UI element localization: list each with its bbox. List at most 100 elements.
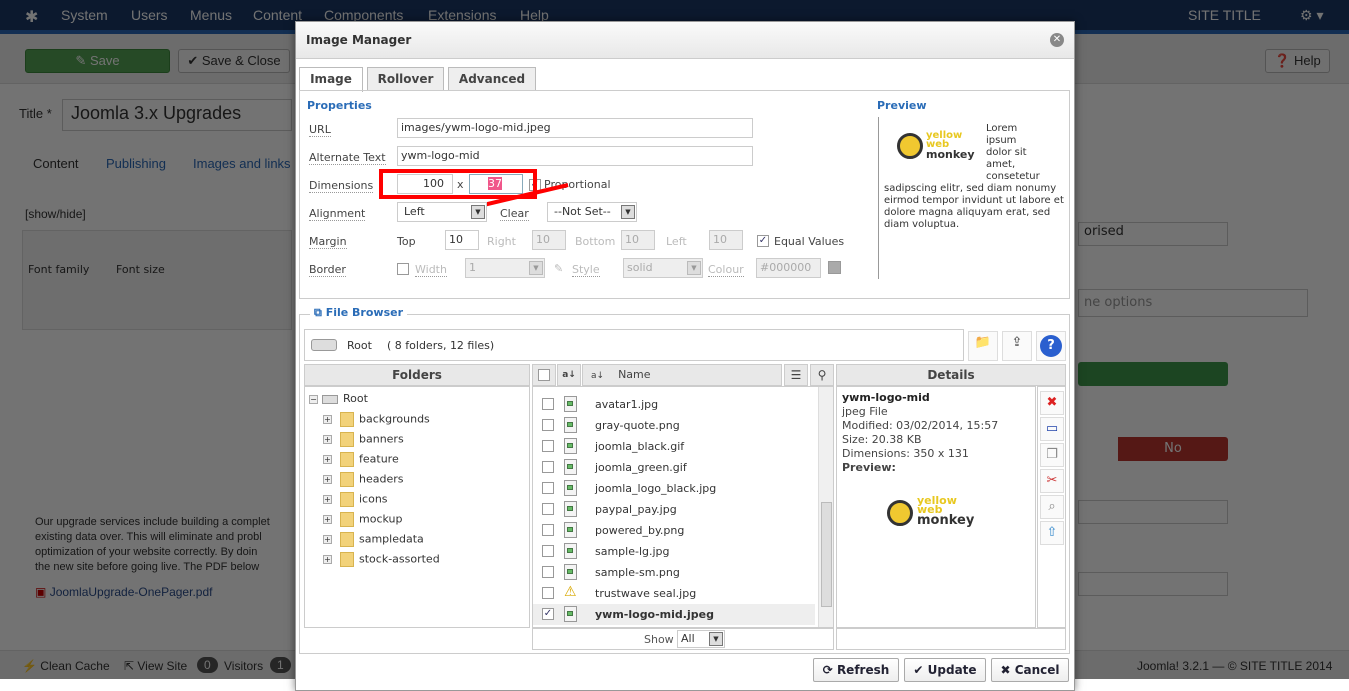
file-checkbox[interactable] xyxy=(542,545,554,557)
folder-item[interactable]: + banners xyxy=(323,432,404,452)
file-row[interactable]: gray-quote.png xyxy=(533,415,815,436)
copy-icon[interactable]: ❐ xyxy=(1040,443,1064,467)
show-hide-toggle[interactable]: [show/hide] xyxy=(25,207,86,221)
font-size-select[interactable]: Font size xyxy=(116,263,165,276)
border-checkbox[interactable] xyxy=(397,263,409,275)
file-row[interactable]: avatar1.jpg xyxy=(533,394,815,415)
file-list-scrollbar[interactable] xyxy=(818,387,833,627)
article-body[interactable]: Our upgrade services include building a … xyxy=(35,515,270,600)
tab-image[interactable]: Image xyxy=(299,67,363,92)
rename-icon[interactable]: ▭ xyxy=(1040,417,1064,441)
file-row[interactable]: joomla_logo_black.jpg xyxy=(533,478,815,499)
menu-users[interactable]: Users xyxy=(131,7,168,23)
tab-images-links[interactable]: Images and links xyxy=(193,156,291,171)
view-details-icon[interactable]: ☰ xyxy=(784,364,808,386)
title-input[interactable]: Joomla 3.x Upgrades xyxy=(62,99,292,131)
file-row[interactable]: joomla_green.gif xyxy=(533,457,815,478)
folder-item[interactable]: + headers xyxy=(323,472,403,492)
file-row[interactable]: joomla_black.gif xyxy=(533,436,815,457)
url-input[interactable]: images/ywm-logo-mid.jpeg xyxy=(397,118,753,138)
sort-type-icon[interactable]: a↓ xyxy=(557,364,581,386)
file-checkbox[interactable] xyxy=(542,482,554,494)
update-button[interactable]: ✔ Update xyxy=(904,658,986,682)
view-site-link[interactable]: ⇱ View Site xyxy=(124,659,187,673)
help-button[interactable]: ❓ Help xyxy=(1265,49,1330,73)
folder-item[interactable]: + backgrounds xyxy=(323,412,430,432)
expand-icon[interactable]: + xyxy=(323,535,332,544)
folder-item[interactable]: + sampledata xyxy=(323,532,424,552)
file-checkbox[interactable] xyxy=(542,440,554,452)
path-root[interactable]: Root xyxy=(347,339,372,352)
new-folder-icon[interactable]: 📁 xyxy=(968,331,998,361)
clear-select[interactable]: --Not Set-- ▼ xyxy=(547,202,637,222)
scrollbar-thumb[interactable] xyxy=(821,502,832,607)
alignment-select[interactable]: Left ▼ xyxy=(397,202,487,222)
delete-icon[interactable]: ✖ xyxy=(1040,391,1064,415)
pdf-link[interactable]: JoomlaUpgrade-OnePager.pdf xyxy=(50,585,213,599)
margin-left-input[interactable]: 10 xyxy=(709,230,743,250)
folder-item[interactable]: + icons xyxy=(323,492,388,512)
expand-icon[interactable]: + xyxy=(323,515,332,524)
tab-advanced[interactable]: Advanced xyxy=(448,67,536,91)
show-select[interactable]: All ▼ xyxy=(677,630,725,648)
folder-root[interactable]: − Root xyxy=(309,392,368,412)
select-all-checkbox[interactable] xyxy=(538,369,550,381)
margin-top-input[interactable]: 10 xyxy=(445,230,479,250)
margin-right-input[interactable]: 10 xyxy=(532,230,566,250)
file-checkbox[interactable] xyxy=(542,587,554,599)
menu-system[interactable]: System xyxy=(61,7,108,23)
equal-values-checkbox[interactable]: ✓ xyxy=(757,235,769,247)
refresh-button[interactable]: ⟳ Refresh xyxy=(813,658,899,682)
save-close-button[interactable]: ✔ Save & Close xyxy=(178,49,290,73)
file-checkbox[interactable] xyxy=(542,503,554,515)
expand-icon[interactable]: + xyxy=(323,415,332,424)
close-icon[interactable]: ✕ xyxy=(1050,33,1064,47)
featured-select[interactable] xyxy=(1078,362,1228,386)
search-binoculars-icon[interactable]: ⚲ xyxy=(810,364,834,386)
file-checkbox[interactable] xyxy=(542,419,554,431)
file-checkbox[interactable] xyxy=(542,524,554,536)
file-row[interactable]: powered_by.png xyxy=(533,520,815,541)
folder-item[interactable]: + feature xyxy=(323,452,399,472)
upload-icon[interactable]: ⇪ xyxy=(1002,331,1032,361)
joomla-logo-icon[interactable]: ✱ xyxy=(25,7,38,27)
toggle-no[interactable]: No xyxy=(1118,437,1228,461)
tab-rollover[interactable]: Rollover xyxy=(367,67,444,91)
file-row[interactable]: sample-sm.png xyxy=(533,562,815,583)
expand-icon[interactable]: + xyxy=(323,455,332,464)
file-checkbox[interactable] xyxy=(542,398,554,410)
file-row[interactable]: ✓ ywm-logo-mid.jpeg xyxy=(533,604,815,625)
alt-input[interactable]: ywm-logo-mid xyxy=(397,146,753,166)
folder-item[interactable]: + stock-assorted xyxy=(323,552,440,572)
colour-picker-icon[interactable] xyxy=(828,261,841,274)
cancel-button[interactable]: ✖ Cancel xyxy=(991,658,1069,682)
expand-icon[interactable]: + xyxy=(323,435,332,444)
status-select[interactable]: orised xyxy=(1078,222,1228,246)
expand-icon[interactable]: + xyxy=(323,495,332,504)
border-width-select[interactable]: 1 ▼ xyxy=(465,258,545,278)
file-row[interactable]: sample-lg.jpg xyxy=(533,541,815,562)
border-colour-input[interactable]: #000000 xyxy=(756,258,821,278)
name-header[interactable]: a↓ Name xyxy=(582,364,782,386)
select-field[interactable] xyxy=(1078,500,1228,524)
gear-icon[interactable]: ⚙ ▾ xyxy=(1300,7,1323,24)
expand-icon[interactable]: + xyxy=(323,475,332,484)
border-style-select[interactable]: solid ▼ xyxy=(623,258,703,278)
view-icon[interactable]: ⌕ xyxy=(1040,495,1064,519)
expand-icon[interactable]: + xyxy=(323,555,332,564)
tags-input[interactable]: ne options xyxy=(1078,289,1308,317)
select-field[interactable] xyxy=(1078,572,1228,596)
tab-content[interactable]: Content xyxy=(33,156,79,171)
margin-bottom-input[interactable]: 10 xyxy=(621,230,655,250)
site-title-link[interactable]: SITE TITLE xyxy=(1188,7,1261,23)
menu-menus[interactable]: Menus xyxy=(190,7,232,23)
insert-icon[interactable]: ⇧ xyxy=(1040,521,1064,545)
save-button[interactable]: ✎ Save xyxy=(25,49,170,73)
file-checkbox[interactable] xyxy=(542,461,554,473)
file-checkbox[interactable]: ✓ xyxy=(542,608,554,620)
folder-item[interactable]: + mockup xyxy=(323,512,402,532)
file-checkbox[interactable] xyxy=(542,566,554,578)
file-row[interactable]: paypal_pay.jpg xyxy=(533,499,815,520)
cut-icon[interactable]: ✂ xyxy=(1040,469,1064,493)
collapse-icon[interactable]: − xyxy=(309,394,318,404)
